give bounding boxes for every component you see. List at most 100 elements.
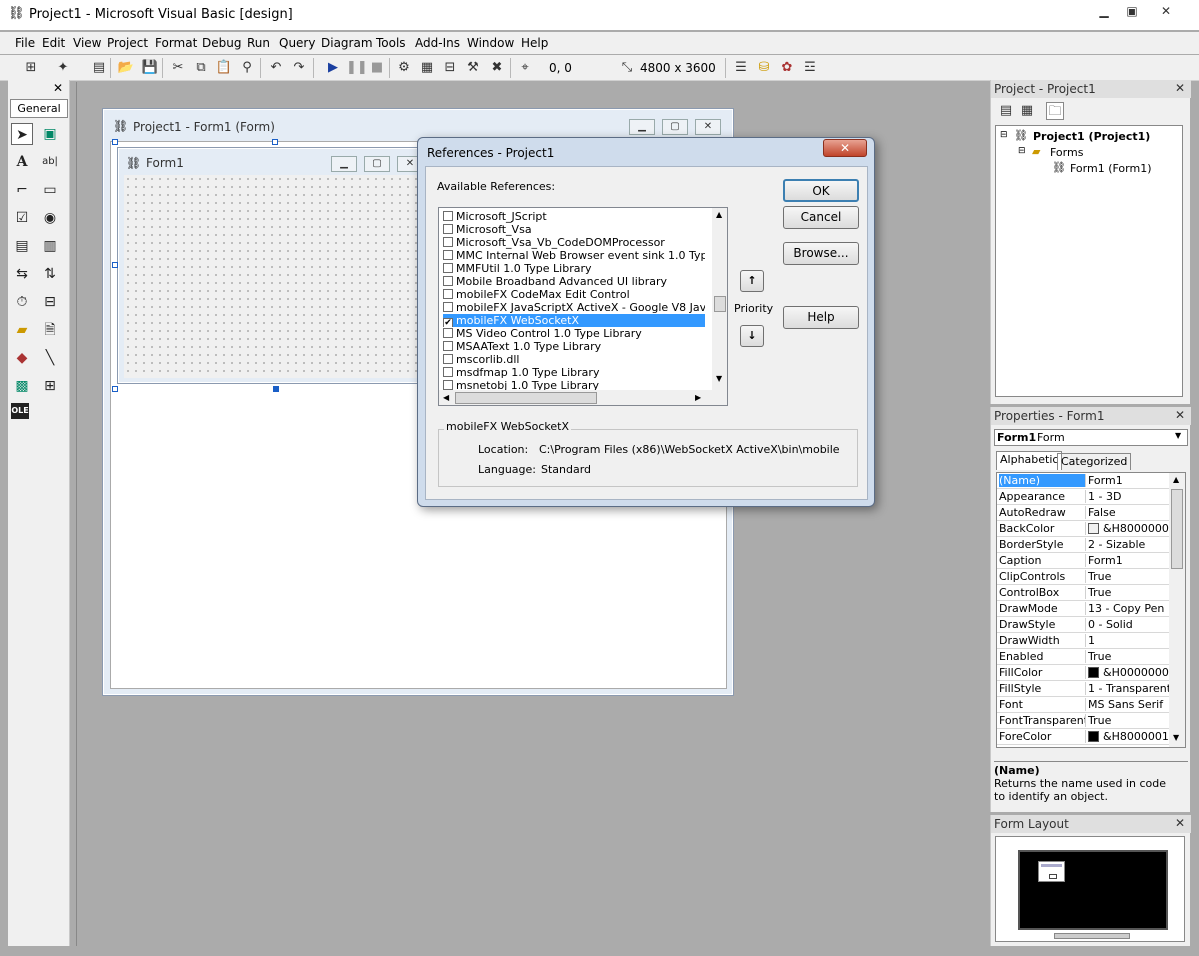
commandbutton-icon[interactable]: ▭ [39, 179, 61, 201]
end-icon[interactable]: ■ [368, 59, 386, 77]
reference-item[interactable]: mscorlib.dll [443, 353, 705, 366]
reference-item[interactable]: Microsoft_JScript [443, 210, 705, 223]
property-value[interactable]: Form1 [1085, 474, 1169, 487]
help-button[interactable]: Help [783, 306, 859, 329]
optionbutton-icon[interactable]: ◉ [39, 207, 61, 229]
copy-icon[interactable]: ⧉ [192, 59, 210, 77]
property-value[interactable]: MS Sans Serif [1085, 698, 1169, 711]
property-row[interactable]: Font MS Sans Serif [997, 697, 1169, 713]
shape-icon[interactable]: ◆ [11, 347, 33, 369]
project-explorer-icon[interactable]: ⚙ [395, 59, 413, 77]
property-row[interactable]: AutoRedraw False [997, 505, 1169, 521]
view-code-icon[interactable]: ▤ [997, 102, 1015, 120]
form-layout-icon[interactable]: ⊟ [441, 59, 459, 77]
scroll-right-arrow-icon[interactable]: ▶ [695, 393, 701, 402]
forms-folder-node[interactable]: Forms [1050, 146, 1083, 159]
redo-icon[interactable]: ↷ [290, 59, 308, 77]
horizontal-scrollbar[interactable]: ◀ ▶ [439, 390, 727, 405]
checkbox-icon[interactable]: ☑ [11, 207, 33, 229]
property-value[interactable]: 1 - 3D [1085, 490, 1169, 503]
selection-handle[interactable] [273, 386, 279, 392]
tab-alphabetic[interactable]: Alphabetic [996, 451, 1063, 470]
form-layout-preview[interactable] [1038, 861, 1065, 882]
reference-item[interactable]: MS Video Control 1.0 Type Library [443, 327, 705, 340]
designer-minimize-button[interactable]: ▁ [629, 119, 655, 135]
menu-run[interactable]: Run [247, 36, 270, 50]
listbox-icon[interactable]: ▥ [39, 235, 61, 257]
properties-close-icon[interactable]: ✕ [1175, 408, 1185, 422]
property-value[interactable]: True [1085, 650, 1169, 663]
reference-item[interactable]: Mobile Broadband Advanced UI library [443, 275, 705, 288]
property-row[interactable]: BorderStyle 2 - Sizable [997, 537, 1169, 553]
reference-item[interactable]: Microsoft_Vsa [443, 223, 705, 236]
scroll-down-arrow-icon[interactable]: ▼ [1173, 733, 1179, 742]
object-browser-icon[interactable]: ⚒ [464, 59, 482, 77]
property-row[interactable]: FontTransparent True [997, 713, 1169, 729]
menu-view[interactable]: View [73, 36, 101, 50]
browse-button[interactable]: Browse... [783, 242, 859, 265]
menu-window[interactable]: Window [467, 36, 514, 50]
undo-icon[interactable]: ↶ [267, 59, 285, 77]
property-row[interactable]: Caption Form1 [997, 553, 1169, 569]
reference-checkbox[interactable] [443, 224, 453, 234]
properties-window-icon[interactable]: ▦ [418, 59, 436, 77]
open-icon[interactable]: 📂 [117, 59, 135, 77]
vscrollbar-icon[interactable]: ⇅ [39, 263, 61, 285]
reference-item[interactable]: MMC Internal Web Browser event sink 1.0 … [443, 249, 705, 262]
property-value[interactable]: True [1085, 570, 1169, 583]
add-project-icon[interactable]: ⊞ [22, 59, 40, 77]
cancel-button[interactable]: Cancel [783, 206, 859, 229]
selection-handle[interactable] [112, 262, 118, 268]
properties-scrollbar[interactable]: ▲ ▼ [1169, 473, 1185, 747]
property-row[interactable]: DrawMode 13 - Copy Pen [997, 601, 1169, 617]
property-row[interactable]: Appearance 1 - 3D [997, 489, 1169, 505]
references-list[interactable]: Microsoft_JScript Microsoft_Vsa Microsoft_… [438, 207, 728, 406]
property-value[interactable]: 0 - Solid [1085, 618, 1169, 631]
menu-help[interactable]: Help [521, 36, 548, 50]
property-value[interactable]: Form1 [1085, 554, 1169, 567]
close-button[interactable]: ✕ [1152, 2, 1180, 20]
vertical-scrollbar[interactable]: ▲ ▼ [712, 208, 727, 390]
scroll-up-arrow-icon[interactable]: ▲ [716, 210, 722, 219]
property-value[interactable]: True [1085, 714, 1169, 727]
object-selector[interactable]: Form1 Form ▼ [994, 429, 1188, 446]
form-layout-close-icon[interactable]: ✕ [1175, 816, 1185, 830]
dropdown-arrow-icon[interactable]: ▼ [1175, 431, 1181, 440]
property-row[interactable]: ForeColor&H80000012& [997, 729, 1169, 745]
property-value[interactable]: &H00000000& [1085, 666, 1169, 679]
reference-checkbox[interactable] [443, 302, 453, 312]
tree-collapse-icon[interactable]: ⊟ [1018, 146, 1026, 156]
add-form-icon[interactable]: ✦ [54, 59, 72, 77]
view-object-icon[interactable]: ▦ [1018, 102, 1036, 120]
property-row[interactable]: ControlBox True [997, 585, 1169, 601]
data-view-icon[interactable]: ⛁ [755, 59, 773, 77]
priority-down-button[interactable]: ↓ [740, 325, 764, 347]
visual-component-icon[interactable]: ✿ [778, 59, 796, 77]
property-value[interactable]: &H8000000F& [1085, 522, 1169, 535]
property-row[interactable]: FillStyle 1 - Transparent [997, 681, 1169, 697]
form1-grid[interactable] [124, 175, 430, 378]
menu-format[interactable]: Format [155, 36, 197, 50]
property-value[interactable]: &H80000012& [1085, 730, 1169, 743]
menu-diagram[interactable]: Diagram [321, 36, 373, 50]
designer-maximize-button[interactable]: ▢ [662, 119, 688, 135]
ole-icon[interactable]: OLE [11, 403, 29, 419]
property-value[interactable]: 2 - Sizable [1085, 538, 1169, 551]
reference-checkbox[interactable] [443, 341, 453, 351]
selection-handle[interactable] [112, 386, 118, 392]
textbox-icon[interactable]: ab| [39, 151, 61, 173]
start-icon[interactable]: ▶ [324, 59, 342, 77]
toolbox-tab-general[interactable]: General [10, 99, 68, 118]
filelistbox-icon[interactable]: 🗎 [39, 319, 61, 341]
menu-edit[interactable]: Edit [42, 36, 65, 50]
reference-checkbox[interactable] [443, 328, 453, 338]
reference-checkbox[interactable] [443, 367, 453, 377]
menu-editor-icon[interactable]: ▤ [90, 59, 108, 77]
ok-button[interactable]: OK [783, 179, 859, 202]
menu-query[interactable]: Query [279, 36, 315, 50]
scroll-up-arrow-icon[interactable]: ▲ [1173, 475, 1179, 484]
scroll-left-arrow-icon[interactable]: ◀ [443, 393, 449, 402]
property-row[interactable]: (Name) Form1 [997, 473, 1169, 489]
data-icon[interactable]: ⊞ [39, 375, 61, 397]
designer-close-button[interactable]: ✕ [695, 119, 721, 135]
